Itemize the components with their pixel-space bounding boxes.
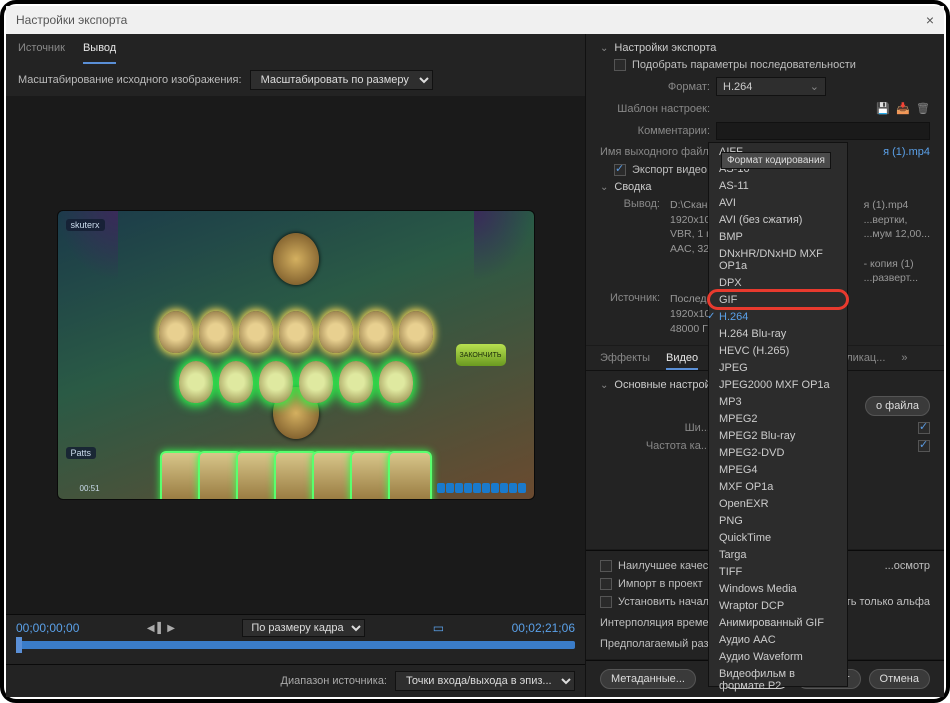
window-title: Настройки экспорта [16,13,127,27]
format-option[interactable]: QuickTime [709,529,847,546]
import-project-label: Импорт в проект [618,578,703,590]
format-option[interactable]: Windows Media [709,580,847,597]
match-file-button[interactable]: о файла [865,396,930,416]
format-option[interactable]: Видеофильм в формате P2 [709,665,847,694]
format-option[interactable]: H.264 Blu-ray [709,325,847,342]
timecode-in[interactable]: 00;00;00;00 [16,621,79,635]
best-quality-checkbox[interactable] [600,560,612,572]
format-option[interactable]: DNxHR/DNxHD MXF OP1a [709,245,847,274]
summary-truncated: я (1).mp4 ...вертки, ...мум 12,00... - к… [846,198,930,286]
source-output-tabs: Источник Вывод [6,34,585,64]
width-checkbox[interactable] [918,422,930,434]
set-tc-checkbox[interactable] [600,596,612,608]
format-dropdown[interactable]: H.264⌄ [716,77,826,96]
scale-label: Масштабирование исходного изображения: [18,74,242,86]
timeline-scrubber[interactable] [16,641,575,649]
export-settings-header[interactable]: Настройки экспорта [600,40,930,56]
timecode-out[interactable]: 00;02;21;06 [512,621,575,635]
close-icon[interactable]: × [926,12,934,28]
comments-input[interactable] [716,122,930,140]
tab-output[interactable]: Вывод [83,42,116,64]
src-range-label: Диапазон источника: [281,675,387,687]
player-bottom-name: Patts [66,447,97,459]
format-option[interactable]: MPEG2-DVD [709,444,847,461]
hero-top-portrait [273,233,319,285]
summary-source-label: Источник: [600,292,660,304]
framerate-label: Частота ка... [600,440,710,452]
preview-timer: 00:51 [80,484,100,493]
aspect-icon[interactable]: ▭ [433,621,444,635]
format-option[interactable]: AS-11 [709,177,847,194]
tab-source[interactable]: Источник [18,42,65,64]
tab-effects[interactable]: Эффекты [600,352,650,370]
format-option[interactable]: TIFF [709,563,847,580]
format-option[interactable]: Targa [709,546,847,563]
export-video-label: Экспорт видео [632,164,707,176]
video-preview[interactable]: skuterx Patts ЗАКОНЧИТЬ [57,210,535,500]
tab-video[interactable]: Видео [666,352,698,370]
cancel-button[interactable]: Отмена [869,669,930,689]
tabs-overflow-icon[interactable]: » [901,352,907,370]
format-option[interactable]: MPEG4 [709,461,847,478]
format-option[interactable]: MPEG2 Blu-ray [709,427,847,444]
metadata-button[interactable]: Метаданные... [600,669,696,689]
player-top-name: skuterx [66,219,105,231]
format-option[interactable]: MXF OP1a [709,478,847,495]
fit-select[interactable]: По размеру кадра [242,619,365,637]
format-option[interactable]: DPX [709,274,847,291]
format-option[interactable]: H.264 [709,308,847,325]
format-option[interactable]: AVI (без сжатия) [709,211,847,228]
format-option[interactable]: JPEG2000 MXF OP1a [709,376,847,393]
playback-controls[interactable]: ◀ ▌ ▶ [147,623,175,634]
format-option[interactable]: HEVC (H.265) [709,342,847,359]
format-option[interactable]: OpenEXR [709,495,847,512]
format-option[interactable]: Анимированный GIF [709,614,847,631]
import-project-checkbox[interactable] [600,578,612,590]
format-option[interactable]: Аудио Waveform [709,648,847,665]
format-option[interactable]: AVI [709,194,847,211]
format-option[interactable]: MP3 [709,393,847,410]
titlebar: Настройки экспорта × [6,6,944,34]
format-option[interactable]: JPEG [709,359,847,376]
format-tooltip: Формат кодирования [721,152,831,169]
width-label: Ши... [600,422,710,434]
match-sequence-checkbox[interactable] [614,59,626,71]
format-option[interactable]: Wraptor DCP [709,597,847,614]
framerate-checkbox[interactable] [918,440,930,452]
format-option[interactable]: BMP [709,228,847,245]
preset-import-icon[interactable]: 📥 [896,102,910,116]
scale-select[interactable]: Масштабировать по размеру [250,70,433,90]
format-option[interactable]: MPEG2 [709,410,847,427]
export-video-checkbox[interactable] [614,164,626,176]
summary-output-label: Вывод: [600,198,660,210]
format-option[interactable]: Аудио AAC [709,631,847,648]
left-panel: Источник Вывод Масштабирование исходного… [6,34,586,697]
interp-label: Интерполяция времени: [600,617,724,629]
src-range-select[interactable]: Точки входа/выхода в эпиз... [395,671,575,691]
format-label: Формат: [600,81,710,93]
preview-area: skuterx Patts ЗАКОНЧИТЬ [6,96,585,614]
preset-label: Шаблон настроек: [600,103,710,115]
preset-save-icon[interactable]: 💾 [876,102,890,116]
outname-value[interactable]: я (1).mp4 [883,146,930,158]
match-sequence-label: Подобрать параметры последовательности [632,59,856,71]
end-turn-button: ЗАКОНЧИТЬ [456,344,506,366]
timeline: 00;00;00;00 ◀ ▌ ▶ По размеру кадра ▭ 00;… [6,614,585,664]
format-dropdown-list[interactable]: AIFFAS-10AS-11AVIAVI (без сжатия)BMPDNxH… [708,142,848,687]
format-option[interactable]: PNG [709,512,847,529]
comments-label: Комментарии: [600,125,710,137]
preset-delete-icon[interactable]: 🗑 [916,102,930,116]
outname-label: Имя выходного файла: [600,146,718,158]
format-option[interactable]: GIF [709,291,847,308]
